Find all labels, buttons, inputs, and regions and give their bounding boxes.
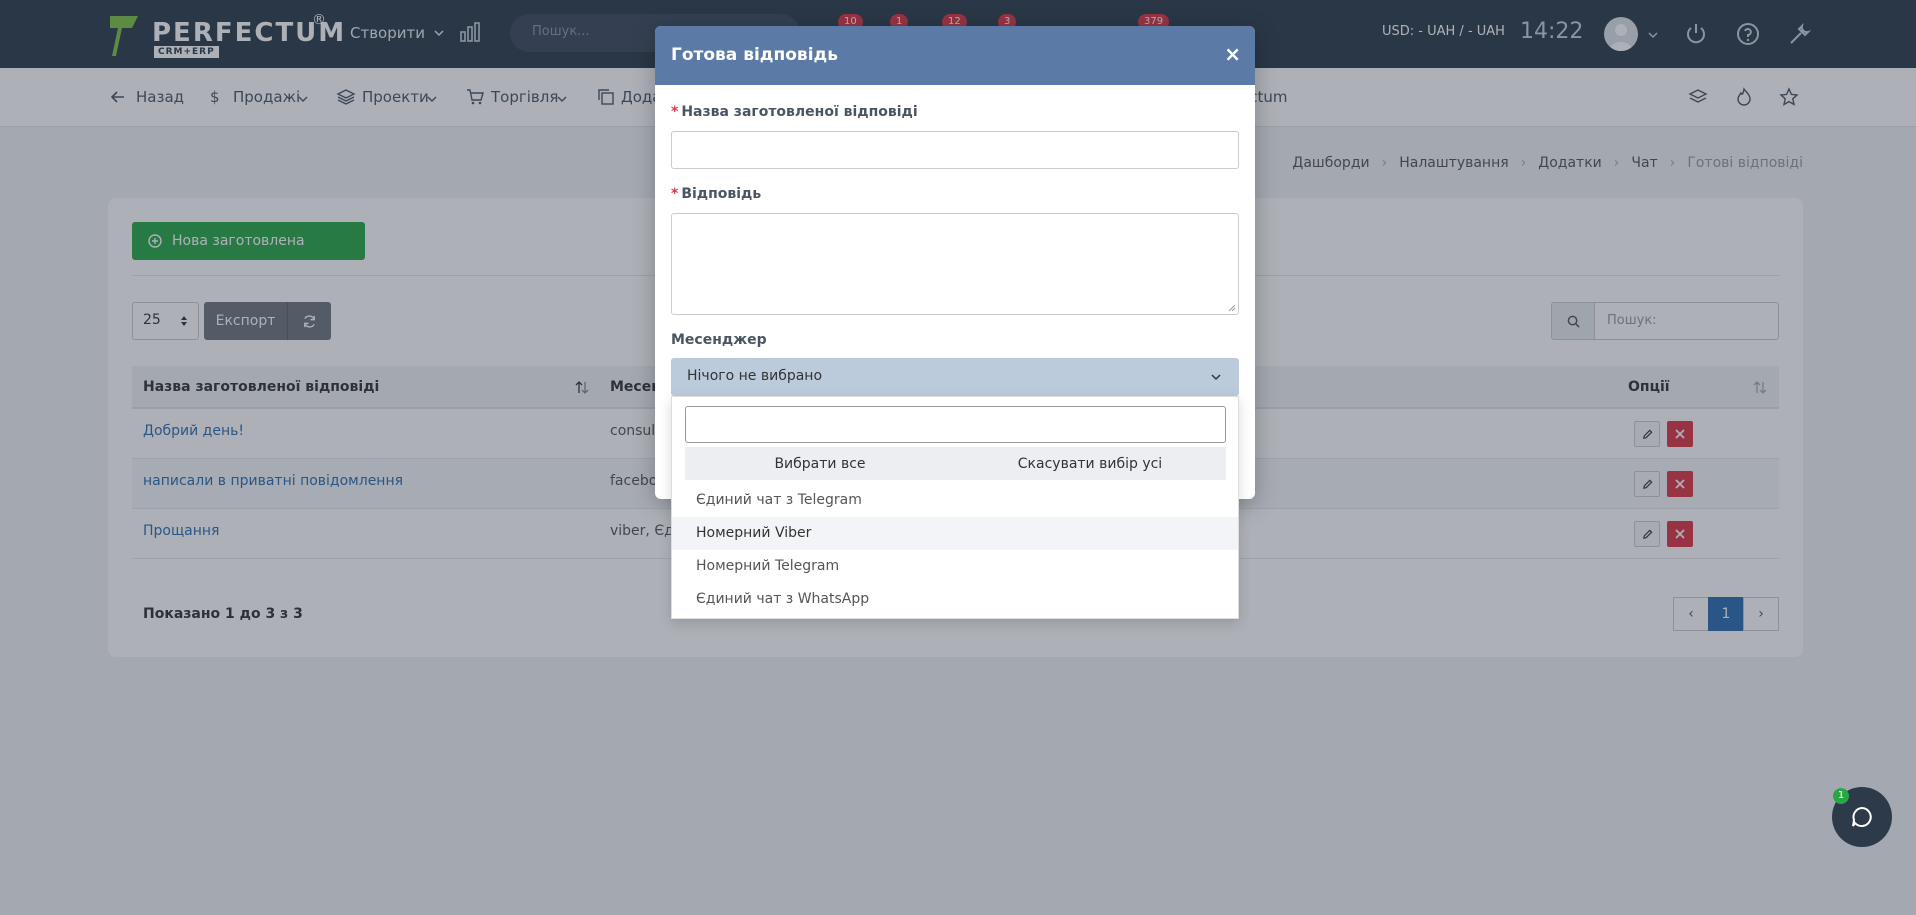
- chat-badge: 1: [1833, 788, 1849, 804]
- messenger-label: Месенджер: [671, 332, 767, 348]
- chevron-down-icon: [1211, 374, 1221, 381]
- dropdown-option[interactable]: Єдиний чат з Telegram: [672, 484, 1238, 517]
- answer-textarea[interactable]: [671, 213, 1239, 315]
- dropdown-search-input[interactable]: [685, 406, 1226, 443]
- modal-header: Готова відповідь ×: [655, 26, 1255, 85]
- dropdown-option[interactable]: Єдиний чат з WhatsApp: [672, 583, 1238, 616]
- deselect-all-button[interactable]: Скасувати вибір усі: [955, 456, 1225, 472]
- answer-name-input[interactable]: [671, 131, 1239, 169]
- dropdown-option[interactable]: Номерний Viber: [672, 517, 1238, 550]
- required-mark: *: [671, 186, 679, 202]
- dropdown-option[interactable]: Номерний Telegram: [672, 550, 1238, 583]
- messenger-dropdown: Вибрати все Скасувати вибір усі Єдиний ч…: [671, 396, 1239, 619]
- required-mark: *: [671, 104, 679, 120]
- chat-icon: [1852, 806, 1872, 827]
- dropdown-actions: Вибрати все Скасувати вибір усі: [685, 447, 1226, 480]
- resize-handle-icon[interactable]: [1228, 304, 1236, 312]
- name-label-text: Назва заготовленої відповіді: [681, 104, 918, 120]
- close-button[interactable]: ×: [1224, 44, 1241, 64]
- answer-label: * Відповідь: [671, 186, 761, 202]
- select-all-button[interactable]: Вибрати все: [685, 456, 955, 472]
- modal-title: Готова відповідь: [671, 45, 838, 65]
- messenger-select[interactable]: Нічого не вибрано: [671, 358, 1239, 396]
- name-label: * Назва заготовленої відповіді: [671, 104, 918, 120]
- messenger-select-value: Нічого не вибрано: [687, 368, 823, 384]
- answer-label-text: Відповідь: [681, 186, 762, 202]
